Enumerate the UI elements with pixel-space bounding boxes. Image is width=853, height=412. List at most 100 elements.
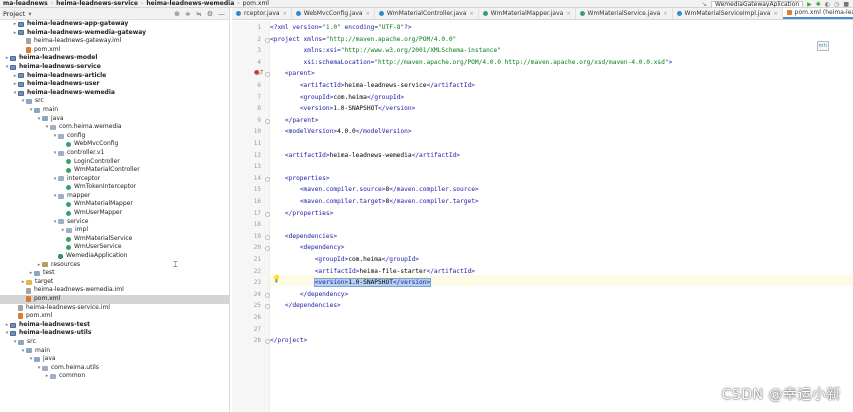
locate-icon[interactable]: ⊕ — [174, 10, 180, 18]
close-icon[interactable]: × — [283, 11, 287, 17]
code-line[interactable]: <version>1.0-SNAPSHOT</version> — [270, 105, 416, 112]
tree-item[interactable]: WemediaApplication — [0, 252, 229, 261]
tree-item[interactable]: ▾ controller.v1 — [0, 149, 229, 158]
tree-item[interactable]: ▾ mapper — [0, 192, 229, 201]
tree-item[interactable]: ▾ heima-leadnews-utils — [0, 329, 229, 338]
code-line[interactable]: <parent> — [270, 70, 315, 77]
tree-item[interactable]: ▸ heima-leadnews-user — [0, 80, 229, 89]
tree-item[interactable]: WmUserService — [0, 243, 229, 252]
tree-item[interactable]: WmTokenInterceptor — [0, 183, 229, 192]
editor-tab[interactable]: WmMaterialController.java × — [375, 8, 479, 19]
hide-icon[interactable]: — — [218, 10, 225, 18]
close-icon[interactable]: × — [366, 11, 370, 17]
tree-item[interactable]: heima-leadnews-gateway.iml — [0, 37, 229, 46]
tree-item[interactable]: ▸ test — [0, 269, 229, 278]
editor-tab[interactable]: WebMvcConfig.java × — [292, 8, 375, 19]
tree-item[interactable]: ▾ src — [0, 97, 229, 106]
tree-item[interactable]: ▸ impl — [0, 226, 229, 235]
tree-item[interactable]: LoginController — [0, 158, 229, 167]
code-line[interactable]: <maven.compiler.target>8</maven.compiler… — [270, 198, 479, 205]
coverage-icon[interactable]: ◐ — [825, 1, 830, 8]
tree-item[interactable]: WmMaterialMapper — [0, 200, 229, 209]
tree-item[interactable]: WmMaterialController — [0, 166, 229, 175]
collapse-all-icon[interactable]: ≑ — [185, 10, 191, 18]
editor-tab[interactable]: WmMaterialMapper.java × — [479, 8, 576, 19]
tree-item[interactable]: ▾ main — [0, 106, 229, 115]
tree-item[interactable]: WmMaterialService — [0, 235, 229, 244]
tree-item[interactable]: ▾ heima-leadnews-wemedia — [0, 89, 229, 98]
chevron-down-icon[interactable]: ▾ — [28, 10, 31, 18]
code-line[interactable]: <properties> — [270, 175, 330, 182]
code-line[interactable]: <dependency> — [270, 244, 345, 251]
tree-item[interactable]: ▾ com.heima.utils — [0, 364, 229, 373]
close-icon[interactable]: × — [566, 11, 570, 17]
tree-item[interactable]: ▾ config — [0, 132, 229, 141]
project-view-selector[interactable]: Project — [3, 10, 25, 18]
breadcrumb-root[interactable]: ma-leadnews — [0, 0, 51, 7]
run-configuration-select[interactable]: WemediaGatewayAplication — [710, 0, 804, 7]
code-line[interactable]: <artifactId>heima-leadnews-wemedia</arti… — [270, 152, 460, 159]
tree-item[interactable]: pom.xml — [0, 312, 229, 321]
maven-reload-icon[interactable]: m↻ — [817, 41, 829, 51]
tree-item[interactable]: ▾ main — [0, 347, 229, 356]
debug-icon[interactable]: ✱ — [816, 1, 821, 8]
tree-item[interactable]: pom.xml — [0, 295, 229, 304]
tree-item[interactable]: ▸ heima-leadnews-test — [0, 321, 229, 330]
tree-item[interactable]: pom.xml — [0, 46, 229, 55]
tree-item[interactable]: ▾ java — [0, 355, 229, 364]
run-icon[interactable]: ▶ — [807, 1, 812, 8]
tree-item[interactable]: heima-leadnews-wemedia.iml — [0, 286, 229, 295]
tree-item[interactable]: ▸ resources — [0, 261, 229, 270]
code-line[interactable]: <version>1.0-SNAPSHOT</version> — [270, 278, 432, 288]
code-line[interactable]: <maven.compiler.source>8</maven.compiler… — [270, 186, 479, 193]
code-line[interactable]: </dependency> — [270, 291, 348, 298]
tree-item[interactable]: ▸ heima-leadnews-model — [0, 54, 229, 63]
code-line[interactable]: <artifactId>heima-leadnews-service</arti… — [270, 82, 475, 89]
code-line[interactable]: </properties> — [270, 210, 333, 217]
tree-item[interactable]: ▸ heima-leadnews-app-gateway — [0, 20, 229, 29]
breadcrumb-service[interactable]: heima-leadnews-service — [53, 0, 141, 7]
close-icon[interactable]: × — [773, 11, 777, 17]
code-line[interactable]: <project xmlns="http://maven.apache.org/… — [270, 36, 456, 43]
close-icon[interactable]: × — [663, 11, 667, 17]
editor-tab[interactable]: pom.xml (heima-leadnews-wemedia)× — [782, 8, 853, 19]
override-marker-icon[interactable]: ●↑ — [254, 69, 264, 76]
editor-tab[interactable]: WmMaterialService.java × — [576, 8, 673, 19]
tree-item[interactable]: ▸ target — [0, 278, 229, 287]
tree-item[interactable]: WebMvcConfig — [0, 140, 229, 149]
tree-item[interactable]: ▾ interceptor — [0, 175, 229, 184]
tree-item[interactable]: ▸ heima-leadnews-article — [0, 72, 229, 81]
code-line[interactable]: </project> — [270, 337, 307, 344]
tree-item[interactable]: ▾ heima-leadnews-service — [0, 63, 229, 72]
tree-item[interactable]: ▾ src — [0, 338, 229, 347]
code-line[interactable]: <dependencies> — [270, 233, 337, 240]
code-line[interactable]: xsi:schemaLocation="http://maven.apache.… — [270, 59, 673, 66]
lightbulb-icon[interactable]: 💡 — [272, 275, 281, 283]
tree-item[interactable]: ▸ common — [0, 372, 229, 381]
code-line[interactable]: <modelVersion>4.0.0</modelVersion> — [270, 128, 412, 135]
code-line[interactable]: <artifactId>heima-file-starter</artifact… — [270, 268, 475, 275]
code-editor[interactable]: 1 2 3 4 5 6 7 8 9 10 11 12 13 14 15 16 17 18 19 20 21 22 23 24 2… — [232, 21, 853, 412]
code-line[interactable]: <?xml version="1.0" encoding="UTF-8"?> — [270, 24, 412, 31]
code-line[interactable]: <groupId>com.heima</groupId> — [270, 256, 419, 263]
editor-tab[interactable]: WmMaterialServiceImpl.java × — [673, 8, 783, 19]
tree-item[interactable]: ▸ heima-leadnews-wemedia-gateway — [0, 29, 229, 38]
breadcrumb-file[interactable]: pom.xml — [240, 0, 272, 7]
stop-icon[interactable]: ■ — [843, 1, 849, 8]
tree-item[interactable]: heima-leadnews-service.iml — [0, 304, 229, 313]
editor-tab[interactable]: rceptor.java × — [232, 8, 292, 19]
expand-all-icon[interactable]: ≒ — [196, 10, 202, 18]
breadcrumb-wemedia[interactable]: heima-leadnews-wemedia — [143, 0, 237, 7]
close-icon[interactable]: × — [469, 11, 473, 17]
code-line[interactable]: </dependencies> — [270, 302, 341, 309]
tree-item[interactable]: ▾ com.heima.wemedia — [0, 123, 229, 132]
tree-item[interactable]: ▾ java — [0, 115, 229, 124]
tree-item[interactable]: WmUserMapper — [0, 209, 229, 218]
code-line[interactable]: <groupId>com.heima</groupId> — [270, 94, 404, 101]
gear-icon[interactable]: ⚙ — [207, 10, 213, 18]
profile-icon[interactable]: ◷ — [834, 1, 839, 8]
code-line[interactable]: xmlns:xsi="http://www.w3.org/2001/XMLSch… — [270, 47, 501, 54]
code-line[interactable]: </parent> — [270, 117, 319, 124]
tree-item[interactable]: ▾ service — [0, 218, 229, 227]
hammer-icon[interactable]: ↘ — [702, 1, 707, 8]
